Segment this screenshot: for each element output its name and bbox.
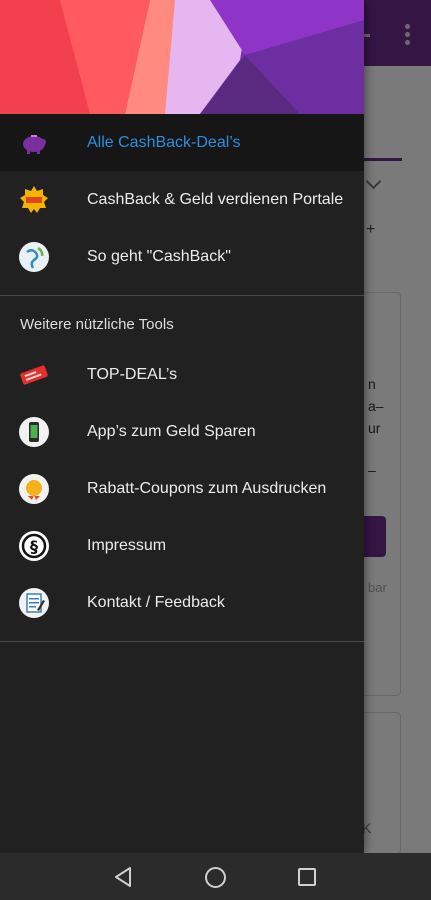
drawer-item-top-deals[interactable]: TOP-DEAL’s bbox=[0, 346, 364, 403]
drawer-menu: Alle CashBack-Deal’s CashBack & Geld ver… bbox=[0, 114, 364, 642]
drawer-item-rabatt-coupons[interactable]: Rabatt-Coupons zum Ausdrucken bbox=[0, 460, 364, 517]
drawer-item-impressum[interactable]: § Impressum bbox=[0, 517, 364, 574]
coupon-icon bbox=[19, 474, 49, 504]
drawer-item-label: Rabatt-Coupons zum Ausdrucken bbox=[87, 480, 327, 497]
back-icon[interactable] bbox=[113, 866, 133, 893]
ticket-icon bbox=[19, 360, 49, 390]
new-badge-icon bbox=[19, 185, 49, 215]
system-nav-bar bbox=[0, 853, 431, 900]
paragraph-icon: § bbox=[19, 531, 49, 561]
drawer-item-apps-geld-sparen[interactable]: App’s zum Geld Sparen bbox=[0, 403, 364, 460]
drawer-item-kontakt-feedback[interactable]: Kontakt / Feedback bbox=[0, 574, 364, 631]
drawer-item-label: Kontakt / Feedback bbox=[87, 594, 225, 611]
drawer-divider bbox=[0, 641, 364, 642]
drawer-item-label: Alle CashBack-Deal’s bbox=[87, 134, 241, 151]
svg-text:§: § bbox=[30, 537, 38, 556]
drawer-item-label: Impressum bbox=[87, 537, 167, 554]
globe-icon bbox=[19, 242, 49, 272]
home-icon[interactable] bbox=[205, 867, 226, 888]
drawer-item-label: App’s zum Geld Sparen bbox=[87, 423, 256, 440]
section-title: Weitere nützliche Tools bbox=[20, 316, 174, 333]
notepad-icon bbox=[19, 588, 49, 618]
drawer-item-label: CashBack & Geld verdienen Portale bbox=[87, 191, 344, 208]
drawer-header-image bbox=[0, 0, 364, 114]
drawer-item-cashback-portale[interactable]: CashBack & Geld verdienen Portale bbox=[0, 171, 364, 228]
drawer-item-label: TOP-DEAL’s bbox=[87, 366, 178, 383]
drawer-item-alle-cashback-deals[interactable]: Alle CashBack-Deal’s bbox=[0, 114, 364, 171]
navigation-drawer: Alle CashBack-Deal’s CashBack & Geld ver… bbox=[0, 0, 364, 853]
piggy-bank-icon bbox=[19, 128, 49, 158]
smartphone-icon bbox=[19, 417, 49, 447]
drawer-item-so-geht-cashback[interactable]: So geht "CashBack" bbox=[0, 228, 364, 285]
drawer-item-label: So geht "CashBack" bbox=[87, 248, 231, 265]
recents-icon[interactable] bbox=[298, 868, 316, 886]
